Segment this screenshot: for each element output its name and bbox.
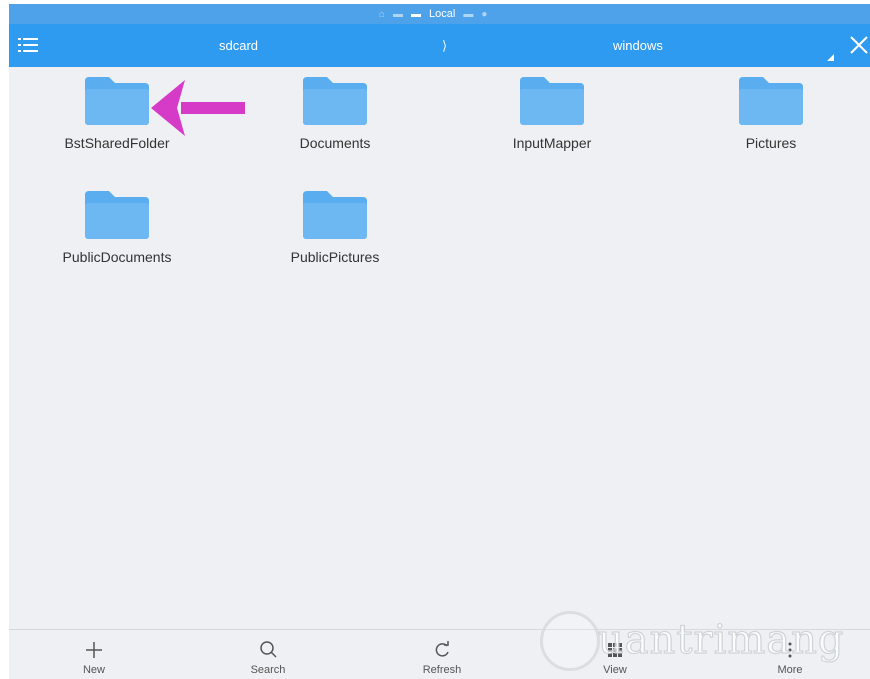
window-icon-2: ▬: [463, 8, 474, 20]
pointer-arrow-icon: [151, 80, 245, 136]
folder-name: InputMapper: [512, 135, 592, 151]
folder-icon: [85, 191, 149, 239]
folder-icon: [739, 77, 803, 125]
folder-item[interactable]: PublicDocuments: [42, 191, 192, 301]
status-bar: ⌂ ▬ ▬ Local ▬ ●: [9, 4, 870, 24]
folder-item[interactable]: PublicPictures: [260, 191, 410, 301]
device-icon: ●: [481, 8, 488, 20]
plus-icon: [86, 642, 102, 658]
search-label: Search: [250, 664, 286, 676]
search-icon: [260, 641, 277, 658]
expand-corner-icon[interactable]: [827, 54, 834, 61]
refresh-icon: [435, 641, 449, 657]
window-icon: ▬: [393, 8, 404, 20]
folder-name: Pictures: [745, 135, 797, 151]
menu-list-icon[interactable]: [18, 37, 38, 54]
folder-icon: [303, 77, 367, 125]
app-bar: sdcard ⟩ windows: [9, 24, 870, 67]
breadcrumb-windows[interactable]: windows: [613, 38, 663, 53]
new-label: New: [82, 664, 105, 676]
folder-icon: [85, 77, 149, 125]
location-label: Local: [429, 8, 456, 20]
folder-icon: [520, 77, 584, 125]
watermark-logo: uantrimang: [540, 605, 870, 675]
folder-item[interactable]: InputMapper: [477, 77, 627, 187]
folder-name: PublicPictures: [290, 249, 380, 265]
status-indicators: ⌂ ▬ ▬ Local ▬ ●: [379, 7, 487, 21]
folder-item[interactable]: Documents: [260, 77, 410, 187]
close-icon[interactable]: [849, 35, 869, 55]
home-icon: ⌂: [379, 8, 386, 20]
new-button[interactable]: New: [49, 640, 139, 679]
folder-name: Documents: [299, 135, 371, 151]
lightbulb-icon: [540, 611, 600, 671]
breadcrumb-sdcard[interactable]: sdcard: [219, 38, 258, 53]
folder-icon: [303, 191, 367, 239]
refresh-label: Refresh: [422, 664, 462, 676]
folder-name: PublicDocuments: [62, 249, 172, 265]
folder-item[interactable]: Pictures: [696, 77, 846, 187]
search-button[interactable]: Search: [223, 640, 313, 679]
watermark-text: uantrimang: [597, 616, 845, 663]
refresh-button[interactable]: Refresh: [397, 640, 487, 679]
breadcrumb-separator: ⟩: [442, 38, 448, 53]
file-manager-window: ⌂ ▬ ▬ Local ▬ ● sdcard ⟩ windows BstShar…: [9, 4, 870, 679]
chat-icon: ▬: [411, 8, 422, 20]
